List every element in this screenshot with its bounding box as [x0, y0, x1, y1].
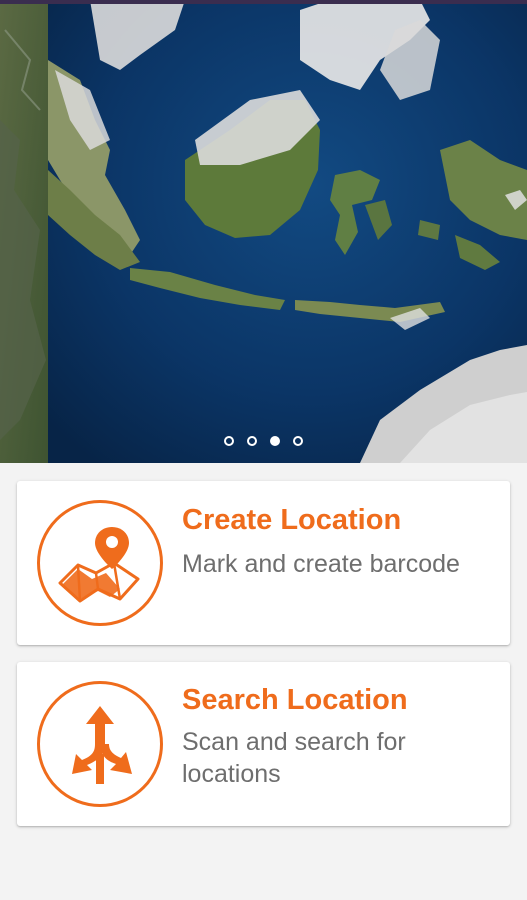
- app-screen: Create Location Mark and create barcode …: [0, 0, 527, 900]
- carousel-page-indicator: [0, 436, 527, 452]
- image-carousel[interactable]: [0, 0, 527, 463]
- create-location-icon-badge: [37, 500, 163, 626]
- directions-arrows-icon: [72, 706, 132, 784]
- satellite-map-image: [0, 0, 527, 463]
- map-pin-icon: [58, 527, 140, 603]
- status-bar-edge: [0, 0, 527, 4]
- page-dot-4[interactable]: [293, 436, 303, 446]
- create-location-title: Create Location: [182, 504, 402, 536]
- search-location-subtitle: Scan and search for locations: [182, 728, 406, 788]
- create-location-card[interactable]: Create Location Mark and create barcode: [17, 481, 510, 645]
- page-dot-3-active[interactable]: [270, 436, 280, 446]
- search-location-icon-badge: [37, 681, 163, 807]
- search-location-title: Search Location: [182, 684, 408, 716]
- page-dot-1[interactable]: [224, 436, 234, 446]
- search-location-card[interactable]: Search Location Scan and search for loca…: [17, 662, 510, 826]
- page-dot-2[interactable]: [247, 436, 257, 446]
- create-location-subtitle: Mark and create barcode: [182, 550, 460, 578]
